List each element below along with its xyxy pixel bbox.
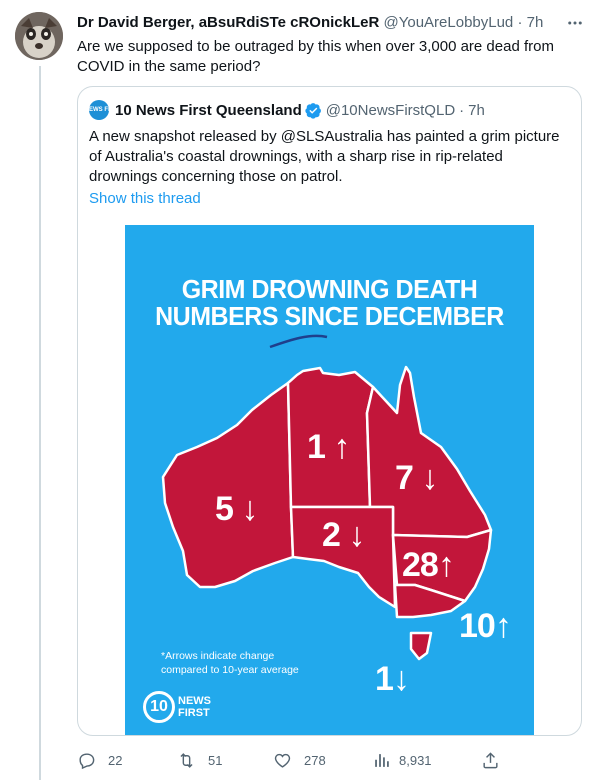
views-button[interactable]: 8,931 — [372, 748, 432, 772]
logo-line2: FIRST — [178, 707, 210, 719]
tweet-header: Dr David Berger, aBsuRdiSTe cROnickLeR @… — [77, 13, 582, 33]
logo-line1: NEWS — [178, 695, 211, 707]
more-options-icon[interactable] — [562, 10, 588, 36]
vic-value: 10↑ — [459, 607, 512, 645]
retweet-button[interactable]: 51 — [177, 748, 222, 772]
graphic-title-line2: NUMBERS SINCE DECEMBER — [155, 301, 504, 332]
like-count: 278 — [304, 752, 326, 768]
heart-icon — [274, 753, 291, 768]
quote-tweet[interactable]: 10 NEWS FIRST 10 News First Queensland @… — [77, 86, 582, 736]
retweet-count: 51 — [208, 752, 223, 768]
quote-avatar: 10 NEWS FIRST — [78, 100, 122, 120]
share-button[interactable] — [481, 748, 500, 772]
views-count: 8,931 — [399, 752, 432, 768]
region-wa — [161, 381, 295, 589]
note-line1: *Arrows indicate change — [161, 650, 275, 662]
arrow-note: *Arrows indicate change compared to 10-y… — [161, 649, 341, 677]
note-line2: compared to 10-year average — [161, 664, 299, 676]
tweet-text: Are we supposed to be outraged by this w… — [77, 38, 554, 75]
views-icon — [375, 753, 389, 767]
region-tas — [409, 631, 433, 661]
retweet-icon — [180, 752, 193, 768]
graphic-title: GRIM DROWNING DEATH NUMBERS SINCE DECEMB… — [125, 276, 534, 331]
author-name[interactable]: Dr David Berger, aBsuRdiSTe cROnickLeR — [77, 14, 379, 31]
quote-header: 10 NEWS FIRST 10 News First Queensland @… — [78, 99, 485, 121]
nt-value: 1 ↑ — [307, 428, 350, 466]
share-icon — [483, 751, 498, 768]
avatar[interactable] — [15, 12, 63, 60]
drowning-graphic[interactable]: GRIM DROWNING DEATH NUMBERS SINCE DECEMB… — [125, 225, 534, 735]
quote-time[interactable]: 7h — [468, 102, 485, 119]
nsw-value: 28↑ — [402, 546, 455, 584]
reply-count: 22 — [108, 752, 123, 768]
wa-value: 5 ↓ — [215, 490, 258, 528]
reply-icon — [79, 752, 95, 769]
tweet-actions: 22 51 278 8,931 — [77, 748, 502, 772]
quote-author-handle[interactable]: @10NewsFirstQLD — [326, 102, 455, 119]
quote-author-name[interactable]: 10 News First Queensland — [115, 102, 302, 119]
quote-text: A new snapshot released by @SLSAustralia… — [89, 128, 560, 185]
news-first-logo: 10 NEWS FIRST — [143, 691, 211, 723]
separator-dot: · — [517, 14, 523, 31]
qld-value: 7 ↓ — [395, 459, 438, 497]
thread-line — [39, 66, 41, 780]
title-underline — [269, 334, 328, 349]
verified-badge-icon — [305, 102, 321, 119]
tas-value: 1↓ — [375, 660, 410, 698]
reply-button[interactable]: 22 — [77, 748, 122, 772]
author-handle[interactable]: @YouAreLobbyLud — [384, 14, 514, 31]
sa-value: 2 ↓ — [322, 516, 365, 554]
graphic-title-line1: GRIM DROWNING DEATH — [181, 274, 478, 305]
show-thread-link[interactable]: Show this thread — [89, 190, 201, 207]
like-button[interactable]: 278 — [273, 748, 326, 772]
separator-dot: · — [459, 101, 465, 119]
logo-mark: 10 — [143, 691, 175, 723]
tweet-time[interactable]: 7h — [527, 14, 544, 31]
